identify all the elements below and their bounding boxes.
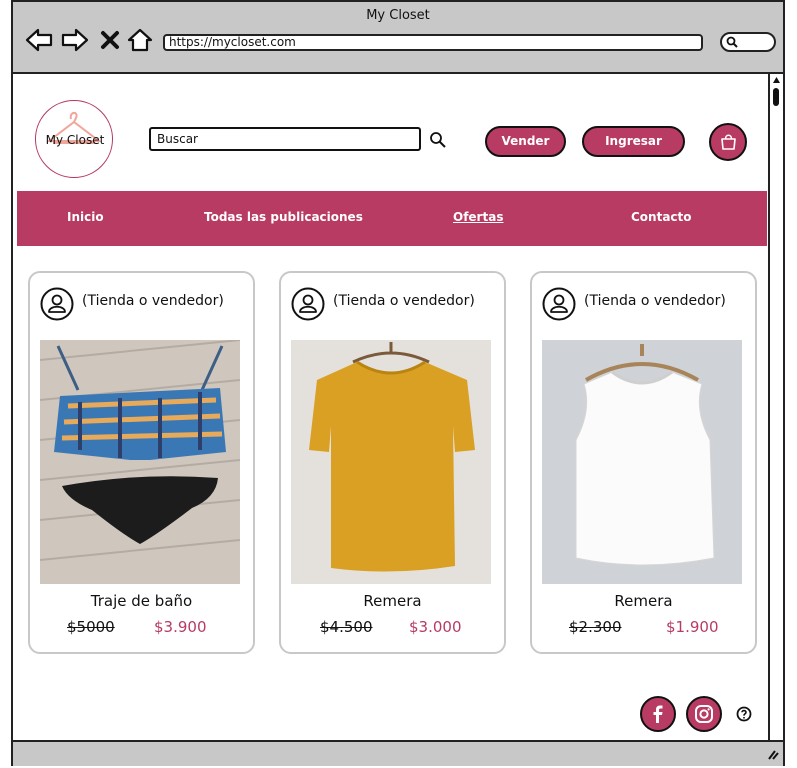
vertical-scrollbar[interactable] [768,74,783,740]
site-logo[interactable]: My Closet [35,100,113,178]
cart-button[interactable] [709,123,747,161]
nav-item-ofertas[interactable]: Ofertas [453,210,503,224]
product-name[interactable]: Remera [532,592,755,610]
nav-item-inicio[interactable]: Inicio [67,210,104,224]
product-photo-swimsuit[interactable] [39,339,241,584]
resize-handle-icon[interactable] [767,748,779,760]
seller-name[interactable]: (Tienda o vendedor) [333,293,475,309]
browser-toolbar: My Closet https://mycloset.com [13,2,783,74]
facebook-icon [653,705,663,723]
original-price: $2.300 [569,618,622,636]
sell-button[interactable]: Vender [485,126,566,157]
scroll-up-arrow-icon[interactable] [772,76,781,84]
sale-price: $3.000 [409,618,462,636]
original-price: $4.500 [320,618,373,636]
login-button[interactable]: Ingresar [582,126,685,157]
sale-price: $3.900 [154,618,207,636]
help-icon[interactable] [736,706,752,722]
seller-name[interactable]: (Tienda o vendedor) [82,293,224,309]
sale-price: $1.900 [666,618,719,636]
search-icon [726,36,738,48]
product-card[interactable]: (Tienda o vendedor) Traje de baño $5000 … [28,271,255,654]
original-price: $5000 [67,618,115,636]
nav-item-contacto[interactable]: Contacto [631,210,692,224]
seller-name[interactable]: (Tienda o vendedor) [584,293,726,309]
back-arrow-icon[interactable] [25,28,53,52]
browser-window: My Closet https://mycloset.com My Closet… [11,0,785,766]
instagram-icon [695,705,713,723]
search-icon[interactable] [429,131,446,148]
window-title: My Closet [366,8,430,23]
facebook-button[interactable] [640,696,676,732]
close-icon[interactable] [99,28,121,52]
scrollbar-thumb[interactable] [773,88,779,106]
browser-search-field[interactable] [720,32,776,52]
home-icon[interactable] [127,28,153,52]
product-photo-mustard-tshirt[interactable] [291,340,491,584]
status-bar [13,740,783,766]
shopping-bag-icon [721,134,736,150]
user-icon [40,287,74,321]
instagram-button[interactable] [686,696,722,732]
main-nav: Inicio Todas las publicaciones Ofertas C… [17,191,767,246]
logo-text: My Closet [45,133,105,147]
page-content: My Closet Buscar Vender Ingresar Inicio … [13,74,783,740]
product-card[interactable]: (Tienda o vendedor) Remera $4.500 $3.000 [279,271,506,654]
address-bar[interactable]: https://mycloset.com [163,34,703,51]
forward-arrow-icon[interactable] [61,28,89,52]
product-name[interactable]: Remera [281,592,504,610]
nav-item-publicaciones[interactable]: Todas las publicaciones [204,210,363,224]
user-icon [291,287,325,321]
search-input[interactable]: Buscar [149,127,421,151]
product-name[interactable]: Traje de baño [30,592,253,610]
product-card[interactable]: (Tienda o vendedor) Remera $2.300 $1.900 [530,271,757,654]
user-icon [542,287,576,321]
product-photo-white-tank-top[interactable] [542,340,742,584]
